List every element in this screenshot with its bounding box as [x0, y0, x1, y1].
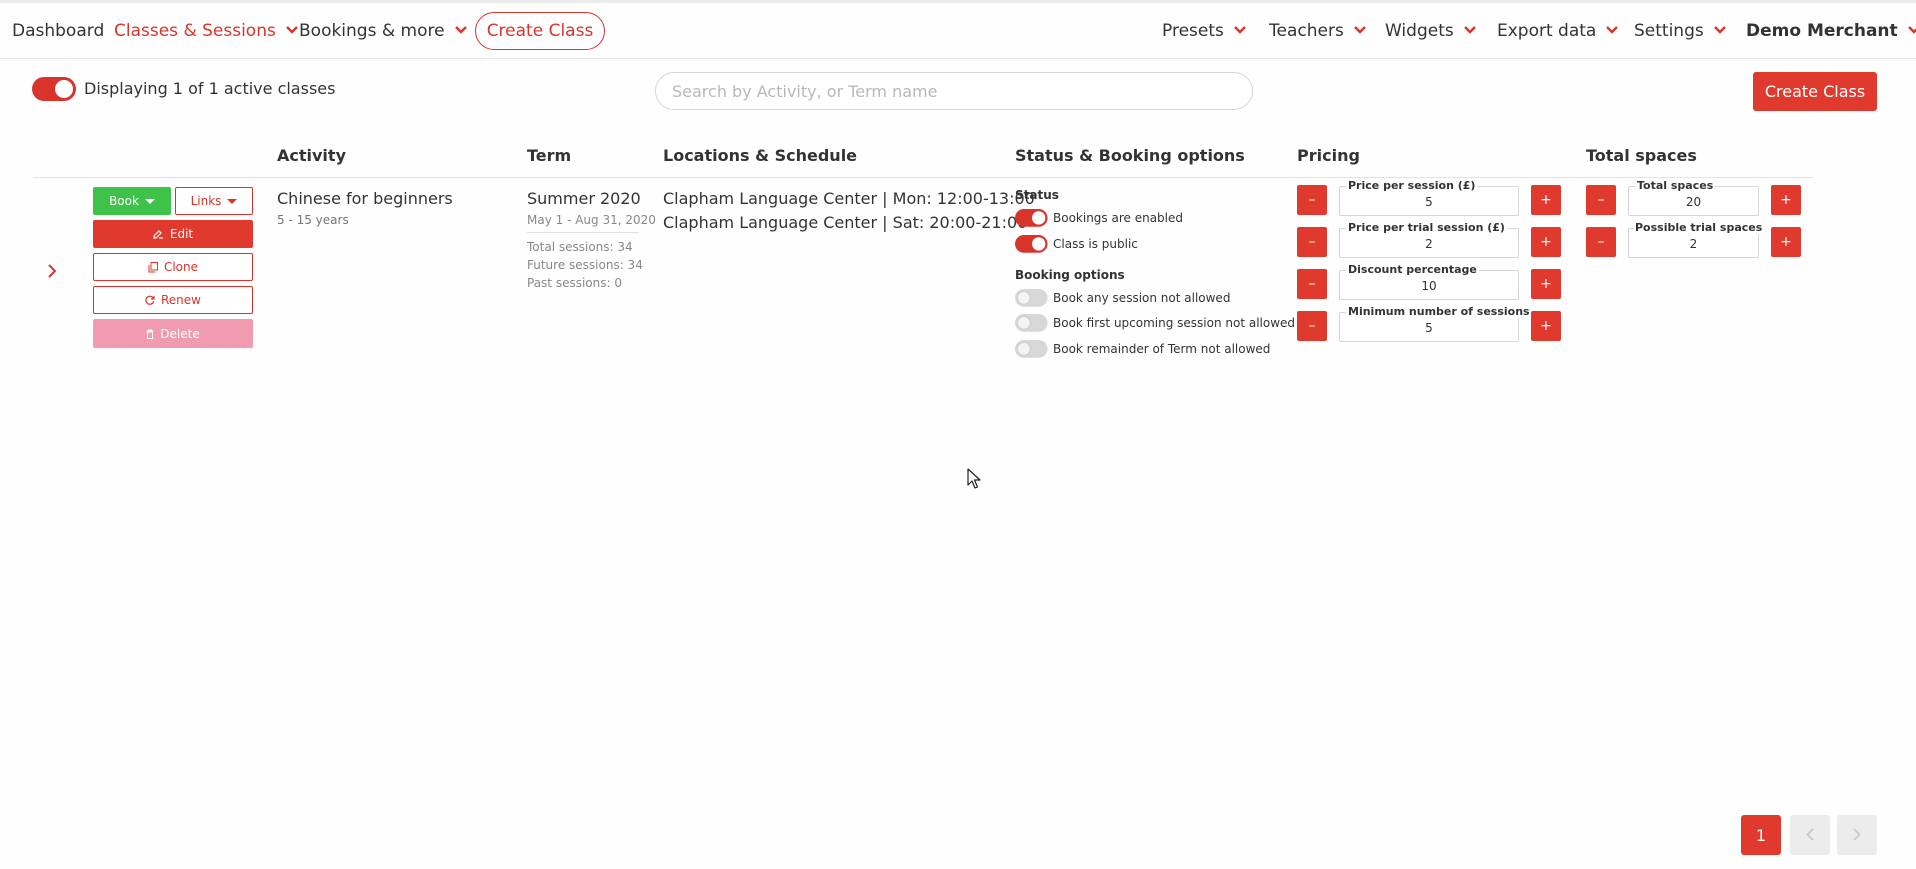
class-public-toggle[interactable]	[1015, 235, 1048, 253]
chevron-down-icon	[1713, 26, 1726, 34]
book-button[interactable]: Book	[93, 187, 171, 215]
location-schedule-1: Clapham Language Center | Mon: 12:00-13:…	[663, 189, 1035, 208]
price-per-session-field[interactable]: Price per session (£) 5	[1339, 179, 1519, 216]
total-spaces-increment-button[interactable]: +	[1771, 185, 1801, 215]
bookings-enabled-toggle[interactable]	[1015, 209, 1048, 227]
chevron-down-icon	[1606, 26, 1619, 34]
book-any-session-toggle[interactable]	[1015, 289, 1048, 307]
chevron-left-icon	[1806, 826, 1814, 845]
book-first-upcoming-toggle[interactable]	[1015, 314, 1048, 332]
chevron-down-icon	[454, 26, 467, 34]
chevron-down-icon	[285, 26, 298, 34]
pagination-page-1[interactable]: 1	[1741, 815, 1781, 855]
chevron-down-icon	[1234, 26, 1246, 34]
edit-button[interactable]: Edit	[93, 220, 253, 248]
minimum-sessions-field[interactable]: Minimum number of sessions 5	[1339, 305, 1532, 342]
min-sessions-decrement-button[interactable]: –	[1297, 311, 1327, 341]
column-header-pricing: Pricing	[1297, 146, 1360, 165]
refresh-icon	[145, 295, 155, 305]
column-header-status: Status & Booking options	[1015, 146, 1245, 165]
top-navbar: Dashboard Classes & Sessions Bookings & …	[0, 3, 1916, 59]
copy-icon	[148, 261, 158, 273]
trial-spaces-decrement-button[interactable]: –	[1586, 227, 1616, 257]
chevron-down-icon	[1907, 26, 1916, 34]
active-classes-toggle[interactable]	[32, 77, 76, 101]
term-name: Summer 2020	[527, 189, 641, 208]
expand-row-chevron-icon[interactable]	[48, 263, 57, 282]
column-header-activity: Activity	[277, 146, 346, 165]
column-header-total-spaces: Total spaces	[1586, 146, 1697, 165]
min-sessions-increment-button[interactable]: +	[1531, 311, 1561, 341]
column-header-term: Term	[527, 146, 572, 165]
price-per-trial-increment-button[interactable]: +	[1531, 227, 1561, 257]
nav-dashboard[interactable]: Dashboard	[12, 21, 104, 41]
nav-create-class-button[interactable]: Create Class	[475, 12, 605, 50]
bookings-enabled-label: Bookings are enabled	[1053, 211, 1184, 225]
term-past-sessions: Past sessions: 0	[527, 276, 622, 290]
price-per-trial-session-field[interactable]: Price per trial session (£) 2	[1339, 221, 1519, 258]
caret-down-icon	[227, 198, 238, 204]
book-first-upcoming-label: Book first upcoming session not allowed	[1053, 316, 1296, 330]
clone-button[interactable]: Clone	[93, 253, 253, 281]
book-remainder-label: Book remainder of Term not allowed	[1053, 342, 1271, 356]
term-future-sessions: Future sessions: 34	[527, 258, 643, 272]
location-schedule-2: Clapham Language Center | Sat: 20:00-21:…	[663, 213, 1028, 232]
total-spaces-decrement-button[interactable]: –	[1586, 185, 1616, 215]
discount-percentage-field[interactable]: Discount percentage 10	[1339, 263, 1519, 300]
activity-name: Chinese for beginners	[277, 189, 453, 208]
nav-account-menu[interactable]: Demo Merchant	[1746, 21, 1916, 41]
chevron-down-icon	[1353, 26, 1366, 34]
nav-widgets[interactable]: Widgets	[1385, 21, 1476, 41]
trial-spaces-increment-button[interactable]: +	[1771, 227, 1801, 257]
discount-increment-button[interactable]: +	[1531, 269, 1561, 299]
trash-icon	[146, 329, 154, 339]
price-per-session-increment-button[interactable]: +	[1531, 185, 1561, 215]
book-any-session-label: Book any session not allowed	[1053, 291, 1231, 305]
nav-classes-sessions[interactable]: Classes & Sessions	[114, 21, 298, 41]
search-input[interactable]	[655, 72, 1253, 110]
create-class-button[interactable]: Create Class	[1753, 72, 1877, 111]
displaying-count-text: Displaying 1 of 1 active classes	[84, 79, 336, 98]
pagination-next-button[interactable]	[1837, 815, 1877, 855]
pencil-icon	[153, 229, 164, 239]
table-header-divider	[33, 177, 1813, 178]
links-button[interactable]: Links	[175, 187, 253, 215]
discount-decrement-button[interactable]: –	[1297, 269, 1327, 299]
nav-settings[interactable]: Settings	[1634, 21, 1726, 41]
book-remainder-toggle[interactable]	[1015, 340, 1048, 358]
booking-options-label: Booking options	[1015, 268, 1125, 282]
chevron-right-icon	[1853, 826, 1861, 845]
price-per-trial-decrement-button[interactable]: –	[1297, 227, 1327, 257]
price-per-session-decrement-button[interactable]: –	[1297, 185, 1327, 215]
term-total-sessions: Total sessions: 34	[527, 240, 633, 254]
status-label: Status	[1015, 188, 1059, 202]
caret-down-icon	[144, 198, 155, 204]
delete-button[interactable]: Delete	[93, 319, 253, 348]
term-divider	[527, 232, 639, 233]
nav-export-data[interactable]: Export data	[1497, 21, 1619, 41]
nav-teachers[interactable]: Teachers	[1269, 21, 1366, 41]
nav-presets[interactable]: Presets	[1162, 21, 1246, 41]
total-spaces-field[interactable]: Total spaces 20	[1628, 179, 1759, 216]
class-public-label: Class is public	[1053, 237, 1138, 251]
pagination-prev-button[interactable]	[1790, 815, 1830, 855]
mouse-cursor-icon	[967, 468, 981, 494]
possible-trial-spaces-field[interactable]: Possible trial spaces 2	[1628, 221, 1765, 258]
nav-bookings-more[interactable]: Bookings & more	[299, 21, 467, 41]
chevron-down-icon	[1463, 26, 1476, 34]
column-header-locations: Locations & Schedule	[663, 146, 858, 165]
activity-age-range: 5 - 15 years	[277, 213, 349, 227]
renew-button[interactable]: Renew	[93, 286, 253, 314]
term-dates: May 1 - Aug 31, 2020	[527, 213, 656, 227]
